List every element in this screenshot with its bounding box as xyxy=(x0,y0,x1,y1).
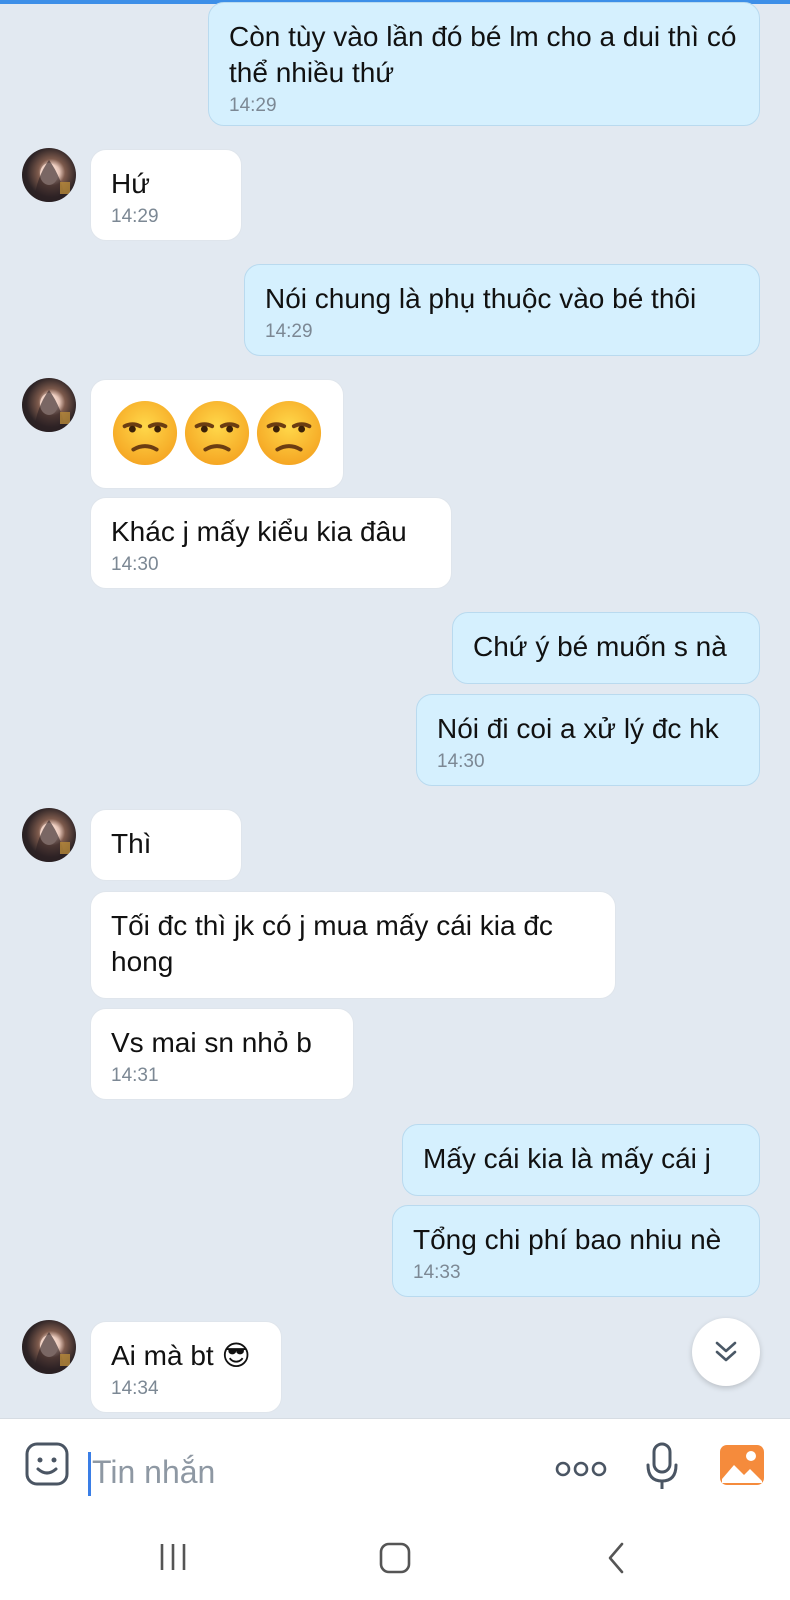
unamused-face-emoji xyxy=(256,400,322,466)
back-button[interactable] xyxy=(606,1542,626,1579)
recent-apps-icon xyxy=(160,1544,186,1570)
message-text: Hứ xyxy=(111,168,150,199)
message-incoming[interactable]: Hứ 14:29 xyxy=(90,149,242,241)
message-text: Chứ ý bé muốn s nà xyxy=(473,631,727,662)
message-input[interactable]: Tin nhắn xyxy=(92,1449,215,1495)
avatar[interactable] xyxy=(22,1320,76,1374)
avatar-image xyxy=(34,1332,70,1374)
message-time: 14:30 xyxy=(437,751,485,772)
message-time: 14:31 xyxy=(111,1065,159,1086)
home-icon xyxy=(379,1542,411,1574)
message-text: Nói chung là phụ thuộc vào bé thôi xyxy=(265,283,697,314)
sticker-icon xyxy=(25,1442,69,1486)
photo-button[interactable] xyxy=(718,1443,766,1492)
message-text: Mấy cái kia là mấy cái j xyxy=(423,1143,711,1174)
message-time: 14:30 xyxy=(111,554,159,575)
message-outgoing[interactable]: Còn tùy vào lần đó bé lm cho a dui thì c… xyxy=(208,2,760,126)
message-time: 14:34 xyxy=(111,1378,159,1399)
avatar-image xyxy=(34,390,70,432)
message-text: Nói đi coi a xử lý đc hk xyxy=(437,713,719,744)
avatar[interactable] xyxy=(22,378,76,432)
message-text: Ai mà bt 😎 xyxy=(111,1340,251,1371)
message-text: Tổng chi phí bao nhiu nè xyxy=(413,1224,722,1255)
message-outgoing[interactable]: Tổng chi phí bao nhiu nè 14:33 xyxy=(392,1205,760,1297)
message-outgoing[interactable]: Nói đi coi a xử lý đc hk 14:30 xyxy=(416,694,760,786)
message-outgoing[interactable]: Nói chung là phụ thuộc vào bé thôi 14:29 xyxy=(244,264,760,356)
home-button[interactable] xyxy=(379,1542,411,1579)
unamused-face-emoji xyxy=(184,400,250,466)
message-incoming[interactable]: Thì xyxy=(90,809,242,881)
message-incoming[interactable]: Vs mai sn nhỏ b 14:31 xyxy=(90,1008,354,1100)
message-text: Còn tùy vào lần đó bé lm cho a dui thì c… xyxy=(229,21,745,88)
avatar-image xyxy=(34,160,70,202)
microphone-icon xyxy=(646,1442,678,1489)
message-time: 14:29 xyxy=(229,95,277,116)
message-incoming[interactable]: Tối đc thì jk có j mua mấy cái kia đc ho… xyxy=(90,891,616,999)
message-incoming[interactable]: Khác j mấy kiểu kia đâu 14:30 xyxy=(90,497,452,589)
photo-icon xyxy=(720,1445,764,1485)
recent-apps-button[interactable] xyxy=(158,1542,188,1577)
message-outgoing[interactable]: Chứ ý bé muốn s nà xyxy=(452,612,760,684)
more-icon xyxy=(555,1461,607,1477)
message-text: Khác j mấy kiểu kia đâu xyxy=(111,516,407,547)
unamused-face-emoji xyxy=(112,400,178,466)
message-outgoing[interactable]: Mấy cái kia là mấy cái j xyxy=(402,1124,760,1196)
message-time: 14:29 xyxy=(265,321,313,342)
more-button[interactable] xyxy=(555,1459,607,1484)
back-icon xyxy=(608,1542,624,1574)
avatar-image xyxy=(34,820,70,862)
scroll-to-bottom-button[interactable] xyxy=(692,1318,760,1386)
message-composer: Tin nhắn xyxy=(0,1418,790,1529)
message-text: Tối đc thì jk có j mua mấy cái kia đc ho… xyxy=(111,910,561,977)
message-text: Vs mai sn nhỏ b xyxy=(111,1027,312,1058)
double-chevron-down-icon xyxy=(715,1341,737,1362)
message-time: 14:29 xyxy=(111,206,159,227)
message-emoji[interactable] xyxy=(90,379,344,489)
message-time: 14:33 xyxy=(413,1262,461,1283)
sticker-button[interactable] xyxy=(24,1441,70,1492)
message-incoming[interactable]: Ai mà bt 😎 14:34 xyxy=(90,1321,282,1413)
avatar[interactable] xyxy=(22,808,76,862)
voice-button[interactable] xyxy=(645,1441,679,1498)
system-nav-bar xyxy=(0,1528,790,1600)
text-caret xyxy=(88,1452,91,1496)
message-text: Thì xyxy=(111,828,152,859)
avatar[interactable] xyxy=(22,148,76,202)
emoji-row xyxy=(111,394,323,468)
